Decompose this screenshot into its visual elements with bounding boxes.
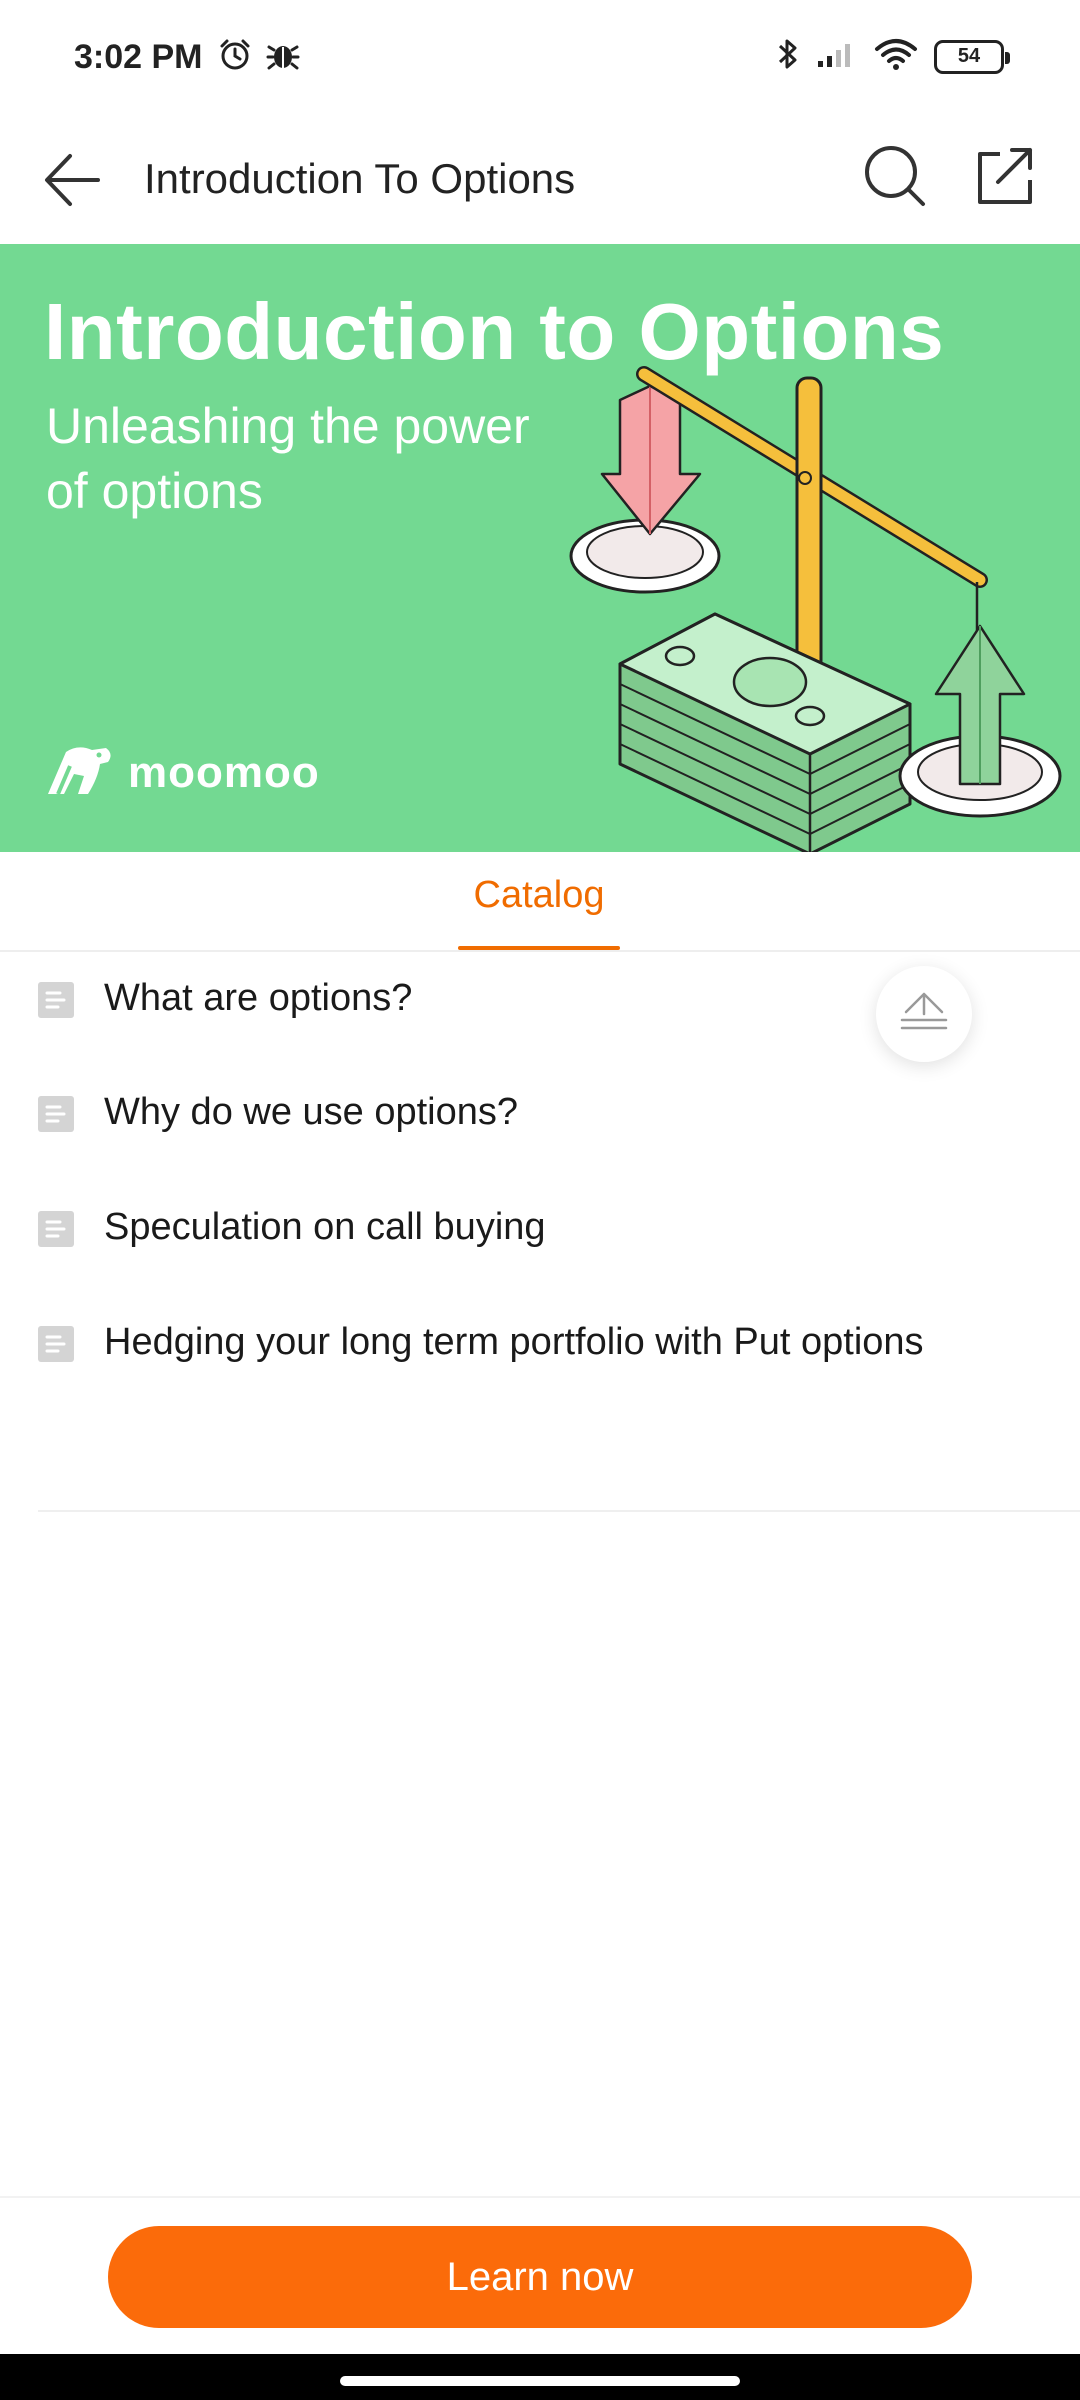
home-indicator[interactable] xyxy=(340,2376,740,2386)
list-item[interactable]: Why do we use options? xyxy=(0,1084,924,1141)
status-right-icons: 54 xyxy=(776,36,1010,77)
document-icon xyxy=(38,1326,74,1362)
brand-logo: moomoo xyxy=(44,744,320,801)
alarm-icon xyxy=(218,38,252,77)
banner-subtitle: Unleashing the power of options xyxy=(46,394,566,524)
bug-icon xyxy=(266,38,300,77)
tab-catalog-label: Catalog xyxy=(473,874,605,916)
bluetooth-icon xyxy=(776,36,800,77)
document-icon xyxy=(38,1096,74,1132)
catalog-divider xyxy=(38,1510,1080,1512)
document-icon xyxy=(38,1211,74,1247)
scroll-to-top-button[interactable] xyxy=(876,966,972,1062)
list-item[interactable]: Hedging your long term portfolio with Pu… xyxy=(0,1314,924,1371)
list-item-label: Speculation on call buying xyxy=(104,1206,546,1248)
list-item-label: Hedging your long term portfolio with Pu… xyxy=(104,1321,924,1363)
list-item-label: What are options? xyxy=(104,977,413,1019)
share-button[interactable] xyxy=(964,138,1044,218)
back-button[interactable] xyxy=(36,134,108,230)
list-item[interactable]: Speculation on call buying xyxy=(0,1199,924,1256)
system-navigation-bar xyxy=(0,2354,1080,2400)
back-arrow-icon xyxy=(42,150,102,215)
status-left-icons xyxy=(218,38,300,77)
status-time: 3:02 PM xyxy=(74,38,203,76)
tab-catalog[interactable]: Catalog xyxy=(458,874,620,950)
list-item[interactable]: What are options? xyxy=(0,970,924,1027)
page-title: Introduction To Options xyxy=(144,155,576,202)
app-header: Introduction To Options xyxy=(0,120,1080,244)
search-icon xyxy=(863,144,927,213)
bottom-action-bar: Learn now xyxy=(0,2196,1080,2354)
brand-name: moomoo xyxy=(128,747,320,797)
battery-level: 54 xyxy=(957,45,981,67)
wifi-icon xyxy=(874,37,918,76)
balance-scale-illustration xyxy=(540,364,1080,852)
course-banner: Introduction to Options Unleashing the p… xyxy=(0,244,1080,852)
upload-icon xyxy=(898,986,950,1043)
status-bar: 3:02 PM 54 xyxy=(0,0,1080,120)
tab-active-indicator xyxy=(458,946,620,950)
learn-now-button[interactable]: Learn now xyxy=(108,2226,972,2328)
banner-subtitle-line1: Unleashing the power xyxy=(46,398,530,454)
list-item-label: Why do we use options? xyxy=(104,1091,519,1133)
battery-icon: 54 xyxy=(934,39,1010,74)
document-icon xyxy=(38,982,74,1018)
tab-bar: Catalog xyxy=(0,852,1080,952)
share-icon xyxy=(974,146,1034,211)
search-button[interactable] xyxy=(855,138,935,218)
bull-logo-icon xyxy=(44,744,116,801)
signal-icon xyxy=(816,39,858,74)
banner-subtitle-line2: of options xyxy=(46,463,263,519)
